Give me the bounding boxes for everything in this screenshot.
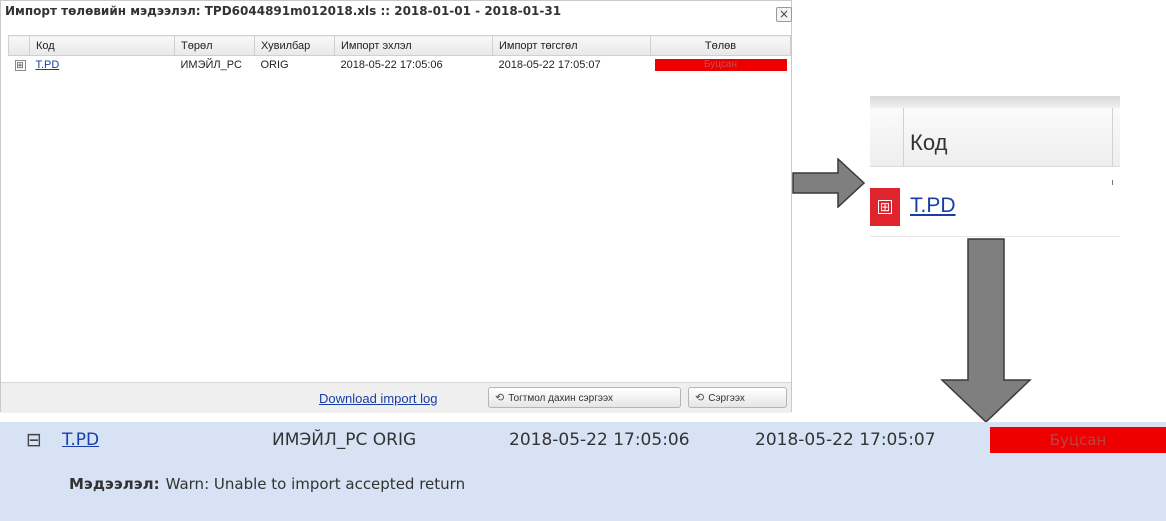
expanded-type-version: ИМЭЙЛ_PC ORIG — [272, 430, 417, 450]
arrow-down-icon — [940, 238, 1032, 424]
expanded-import-end: 2018-05-22 17:05:07 — [755, 430, 936, 450]
import-status-dialog: Импорт төлөвийн мэдээлэл: TPD6044891m012… — [0, 0, 792, 413]
collapse-row-icon[interactable]: ⊟ — [26, 424, 42, 456]
column-header-status[interactable]: Төлөв — [650, 35, 791, 56]
code-link[interactable]: T.PD — [36, 59, 60, 71]
zoom-header-row — [870, 108, 1120, 167]
table-row: ⊞ T.PD ИМЭЙЛ_PC ORIG 2018-05-22 17:05:06… — [9, 56, 791, 75]
close-icon[interactable]: × — [776, 7, 792, 22]
zoomed-header-detail: Код ⊞ T.PD — [870, 96, 1120, 238]
expanded-import-start: 2018-05-22 17:05:06 — [509, 430, 690, 450]
type-cell: ИМЭЙЛ_PC — [180, 59, 243, 71]
zoom-column-header-code: Код — [910, 130, 948, 155]
column-header-type[interactable]: Төрөл — [174, 35, 255, 56]
import-status-table: Код Төрөл Хувилбар Импорт эхлэл Импорт т… — [8, 35, 791, 74]
message-line: Мэдээлэл: Warn: Unable to import accepted… — [69, 475, 465, 493]
message-label: Мэдээлэл: — [69, 475, 160, 493]
retry-all-label: Тогтмол дахин сэргээх — [508, 393, 613, 404]
column-header-code[interactable]: Код — [29, 35, 175, 56]
refresh-icon: ⟲ — [495, 392, 505, 404]
status-badge: Буцсан — [654, 59, 787, 71]
refresh-icon: ⟲ — [695, 392, 705, 404]
column-header-expander — [8, 35, 30, 56]
retry-label: Сэргээх — [708, 393, 745, 404]
message-text: Warn: Unable to import accepted return — [165, 475, 466, 493]
arrow-right-icon — [792, 158, 866, 208]
expanded-code-link[interactable]: T.PD — [62, 424, 99, 456]
expanded-row-detail: ⊟ T.PD ИМЭЙЛ_PC ORIG 2018-05-22 17:05:06… — [0, 422, 1166, 521]
retry-button[interactable]: ⟲ Сэргээх — [688, 387, 787, 408]
table-header-row: Код Төрөл Хувилбар Импорт эхлэл Импорт т… — [8, 35, 791, 56]
version-cell: ORIG — [260, 59, 289, 71]
column-header-import-start[interactable]: Импорт эхлэл — [334, 35, 493, 56]
import-end-cell: 2018-05-22 17:05:07 — [498, 59, 601, 71]
column-header-import-end[interactable]: Импорт төгсгөл — [492, 35, 651, 56]
expand-row-icon[interactable]: ⊞ — [878, 200, 892, 214]
zoom-code-link[interactable]: T.PD — [910, 194, 956, 218]
dialog-title: Импорт төлөвийн мэдээлэл: TPD6044891m012… — [5, 4, 562, 18]
retry-all-button[interactable]: ⟲ Тогтмол дахин сэргээх — [488, 387, 681, 408]
column-header-version[interactable]: Хувилбар — [254, 35, 335, 56]
dialog-footer: Download import log ⟲ Тогтмол дахин сэргэ… — [1, 382, 791, 413]
expanded-status-badge: Буцсан — [990, 427, 1166, 453]
download-import-log-link[interactable]: Download import log — [319, 391, 438, 406]
import-start-cell: 2018-05-22 17:05:06 — [340, 59, 443, 71]
expand-row-icon[interactable]: ⊞ — [14, 60, 26, 71]
